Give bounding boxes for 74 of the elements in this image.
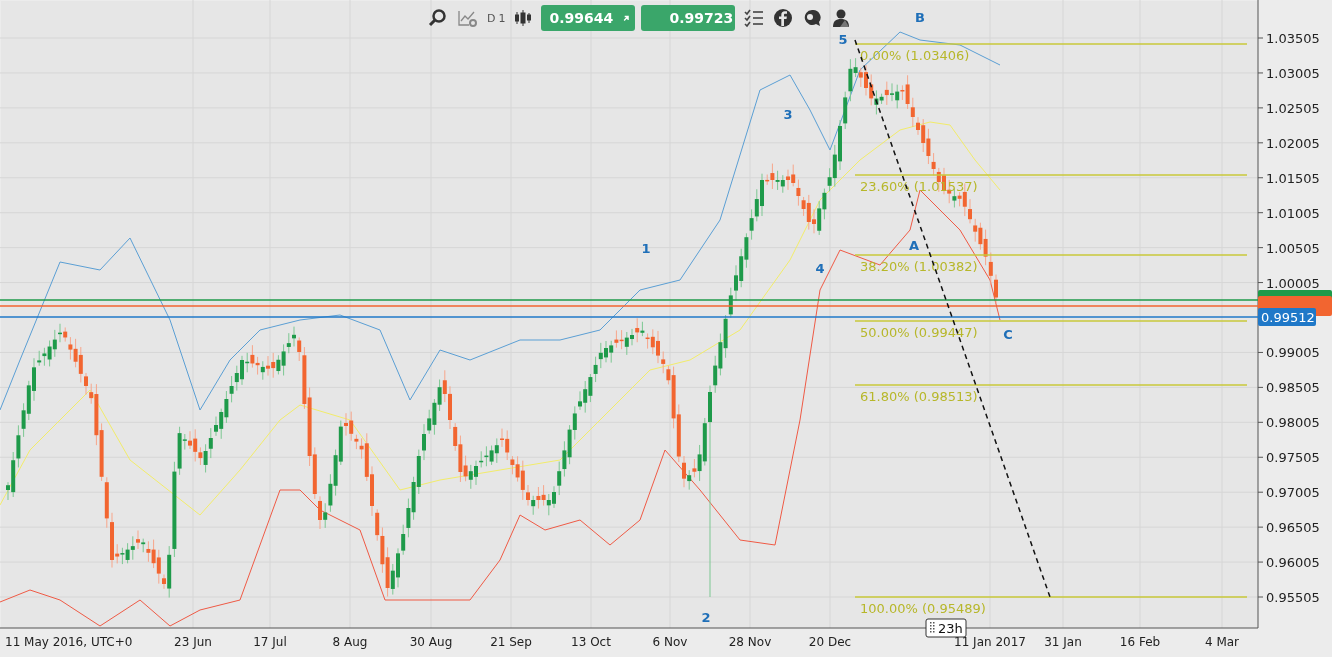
tick-mark (1257, 526, 1264, 528)
date-axis-label: 30 Aug (409, 635, 453, 649)
price-axis-label: 1.00505 (1266, 240, 1320, 256)
zoom-in-icon[interactable] (428, 8, 448, 28)
date-axis-label: 23 Jun (174, 635, 212, 649)
date-axis-label: 20 Dec (808, 635, 852, 649)
price-axis-label: 1.03005 (1266, 65, 1320, 81)
date-axis-label: 31 Jan (1044, 635, 1082, 649)
date-axis-label: 11 Jan 2017 (954, 635, 1026, 649)
price-axis-label: 0.96505 (1266, 520, 1320, 536)
wave-label: B (915, 10, 925, 25)
price-axis-label: 0.97505 (1266, 450, 1320, 466)
tick-mark (1257, 72, 1264, 74)
price-axis-label: 0.98505 (1266, 380, 1320, 396)
fib-level-label: 61.80% (0.98513) (860, 389, 978, 404)
chat-bubble-icon[interactable] (802, 8, 823, 28)
buy-button[interactable]: 0.99723 (641, 5, 736, 31)
price-axis-label: 0.98005 (1266, 415, 1320, 431)
wave-label: C (1003, 327, 1013, 342)
candlestick-icon[interactable] (514, 8, 533, 28)
price-axis-label: 0.96005 (1266, 555, 1320, 571)
tick-mark (1257, 596, 1264, 598)
date-axis-label: 6 Nov (652, 635, 688, 649)
tick-mark (1257, 456, 1264, 458)
date-axis-label: 17 Jul (253, 635, 287, 649)
social-icon[interactable] (773, 8, 794, 28)
tick-mark (1257, 37, 1264, 39)
grip-icon (930, 622, 935, 633)
tick-mark (1257, 351, 1264, 353)
date-axis-label: 16 Feb (1119, 635, 1161, 649)
price-tag-label: 0.99512 (1261, 310, 1315, 325)
tick-mark (1257, 282, 1264, 284)
price-axis-label: 1.02505 (1266, 100, 1320, 116)
tick-mark (1257, 107, 1264, 109)
chart-settings-icon[interactable] (457, 8, 478, 28)
price-axis-label: 1.00005 (1266, 275, 1320, 291)
tick-mark (1257, 386, 1264, 388)
sell-button[interactable]: 0.99644 (541, 5, 636, 31)
checklist-icon[interactable] (744, 8, 765, 28)
tick-mark (1257, 177, 1264, 179)
date-axis-label: 11 May 2016, UTC+0 (5, 635, 133, 649)
fib-level-label: 0.00% (1.03406) (860, 48, 970, 63)
fib-level-label: 100.00% (0.95489) (860, 601, 986, 616)
time-cursor-tag[interactable] (925, 618, 967, 638)
tick-mark (1257, 561, 1264, 563)
person-icon[interactable] (831, 8, 852, 28)
date-axis-label: 28 Nov (728, 635, 772, 649)
wave-label: 1 (641, 241, 651, 256)
wave-label: 4 (815, 261, 825, 276)
wave-label: 5 (838, 32, 848, 47)
wave-label: 2 (701, 610, 711, 625)
time-cursor-label: 23h (938, 621, 963, 636)
tick-mark (1257, 491, 1264, 493)
tick-mark (1257, 421, 1264, 423)
tick-mark (1257, 212, 1264, 214)
timeframe-label[interactable]: D (487, 11, 496, 25)
wave-label: A (908, 238, 920, 253)
timeframe-label[interactable]: 1 (498, 11, 506, 25)
date-axis-label: 4 Mar (1204, 635, 1240, 649)
fib-level-label: 50.00% (0.99447) (860, 325, 978, 340)
price-axis-label: 0.95505 (1266, 590, 1320, 605)
tick-mark (1257, 247, 1264, 249)
tick-mark (1257, 142, 1264, 144)
date-axis-label: 21 Sep (490, 635, 532, 649)
price-axis-label: 1.02005 (1266, 135, 1320, 151)
wave-label: 3 (783, 107, 793, 122)
price-axis-label: 1.03505 (1266, 31, 1320, 46)
date-axis-label: 13 Oct (571, 635, 611, 649)
fib-level-label: 38.20% (1.00382) (860, 259, 978, 274)
price-axis-label: 0.99005 (1266, 345, 1320, 361)
date-axis-label: 8 Aug (332, 635, 368, 649)
price-axis-label: 1.01505 (1266, 170, 1320, 186)
price-axis-label: 1.01005 (1266, 205, 1320, 221)
price-axis-label: 0.97005 (1266, 485, 1320, 501)
